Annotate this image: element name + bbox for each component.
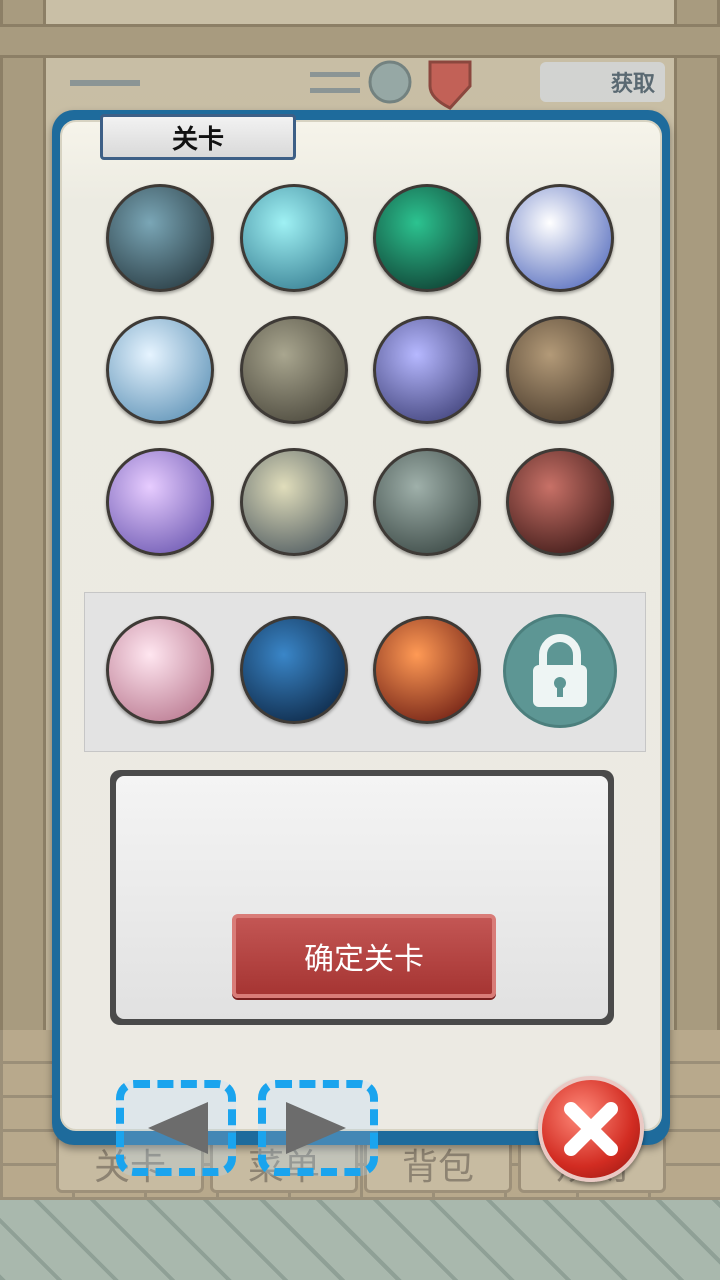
stage-ruined-room[interactable] [373,448,481,556]
stage-library[interactable] [506,316,614,424]
background-beam [0,24,720,58]
close-icon [564,1102,618,1156]
stage-stone-hall[interactable] [240,316,348,424]
locked-stage[interactable] [503,614,617,728]
stage-ice-cave[interactable] [240,184,348,292]
stage-waterfall[interactable] [506,184,614,292]
close-button[interactable] [538,1076,644,1182]
stage-ice-castle[interactable] [106,316,214,424]
stage-misty-swamp[interactable] [106,184,214,292]
lock-icon [533,634,587,707]
next-page-button[interactable] [258,1080,378,1176]
stage-red-door[interactable] [506,448,614,556]
stage-deep-blue-temple[interactable] [240,616,348,724]
right-arrow-icon [286,1102,346,1154]
confirm-stage-button[interactable]: 确定关卡 [232,914,496,998]
background-pillar [0,0,46,1030]
stage-rose-chamber[interactable] [106,616,214,724]
previous-page-button[interactable] [116,1080,236,1176]
stage-fire-chains[interactable] [373,616,481,724]
panel-title: 关卡 [100,114,296,160]
stage-blue-corridor[interactable] [373,316,481,424]
background-floor [0,1200,720,1280]
background-pillar [674,0,720,1030]
stage-palace-gate[interactable] [240,448,348,556]
background-top-ui: 获取 [60,60,670,110]
stage-crystal-hall[interactable] [106,448,214,556]
left-arrow-icon [148,1102,208,1154]
stage-green-vortex[interactable] [373,184,481,292]
top-badge: 获取 [540,62,665,102]
